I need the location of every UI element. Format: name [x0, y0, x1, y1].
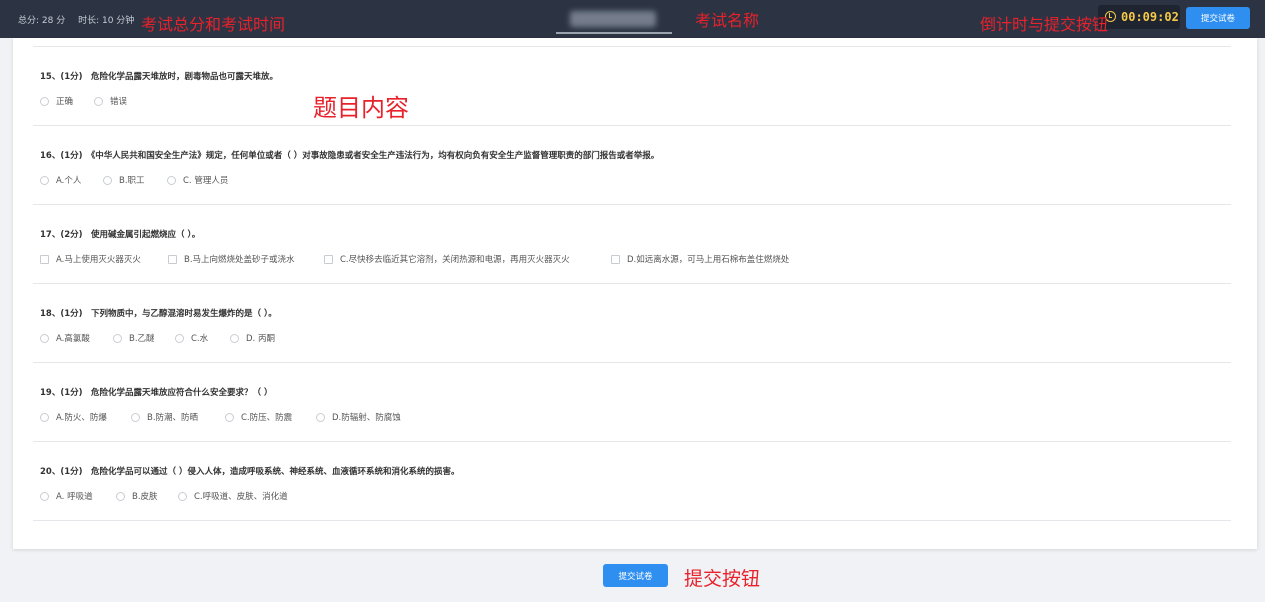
option-label: C.防压、防震	[241, 413, 293, 423]
question-title: 18、(1分) 下列物质中，与乙醇混溶时易发生爆炸的是（ ）。	[40, 309, 277, 319]
question-separator	[33, 204, 1231, 205]
countdown-value: 00:09:02	[1121, 10, 1179, 24]
annotation-exam-name: 考试名称	[695, 11, 760, 30]
question-options: A.高氯酸 B.乙醚 C.水 D. 丙酮	[40, 332, 1140, 346]
radio-icon[interactable]	[131, 413, 140, 422]
exam-meta: 总分: 28 分 时长: 10 分钟	[18, 13, 144, 26]
option-label: A.高氯酸	[56, 334, 90, 344]
radio-icon[interactable]	[103, 176, 112, 185]
question-title: 15、(1分) 危险化学品露天堆放时，剧毒物品也可露天堆放。	[40, 72, 279, 82]
exam-duration: 时长: 10 分钟	[78, 16, 135, 26]
question-separator	[33, 125, 1231, 126]
radio-icon[interactable]	[40, 176, 49, 185]
total-score: 总分: 28 分	[18, 16, 66, 26]
option-label: C.呼吸道、皮肤、消化道	[194, 492, 288, 502]
question-separator	[33, 283, 1231, 284]
question-separator	[33, 441, 1231, 442]
annotation-submit-button: 提交按钮	[684, 568, 761, 590]
radio-icon[interactable]	[40, 97, 49, 106]
option-label: A.防火、防爆	[56, 413, 107, 423]
question-options: 正确 错误	[40, 95, 1140, 109]
option-label: D. 丙酮	[246, 334, 275, 344]
option-label: A. 呼吸道	[56, 492, 93, 502]
question-title: 19、(1分) 危险化学品露天堆放应符合什么安全要求？（ ）	[40, 388, 273, 398]
question-options: A.马上使用灭火器灭火 B.马上向燃烧处盖砂子或浇水 C.尽快移去临近其它溶剂，关闭…	[40, 253, 1140, 267]
countdown-timer: 00:09:02	[1098, 5, 1180, 29]
radio-icon[interactable]	[178, 492, 187, 501]
option-label: C.水	[191, 334, 209, 344]
radio-icon[interactable]	[113, 334, 122, 343]
option-label: 错误	[110, 97, 128, 107]
option-label: D.如远离水源，可马上用石棉布盖住燃烧处	[627, 255, 790, 265]
radio-icon[interactable]	[94, 97, 103, 106]
question-title: 16、(1分) 《中华人民共和国安全生产法》规定，任何单位或者（ ）对事故隐患或…	[40, 151, 660, 161]
radio-icon[interactable]	[175, 334, 184, 343]
question-separator	[33, 520, 1231, 521]
exam-name	[556, 8, 672, 34]
annotation-score-time: 考试总分和考试时间	[141, 15, 286, 34]
question-separator	[33, 362, 1231, 363]
checkbox-icon[interactable]	[40, 255, 49, 264]
option-label: B.皮肤	[132, 492, 158, 502]
radio-icon[interactable]	[40, 334, 49, 343]
radio-icon[interactable]	[225, 413, 234, 422]
question-options: A.防火、防爆 B.防潮、防晒 C.防压、防震 D.防辐射、防腐蚀	[40, 411, 1140, 425]
option-label: B.职工	[119, 176, 145, 186]
question-card: 15、(1分) 危险化学品露天堆放时，剧毒物品也可露天堆放。正确 错误 16、(1分…	[13, 38, 1257, 549]
radio-icon[interactable]	[167, 176, 176, 185]
question-title: 17、(2分) 使用碱金属引起燃烧应（ ）。	[40, 230, 201, 240]
checkbox-icon[interactable]	[168, 255, 177, 264]
radio-icon[interactable]	[40, 413, 49, 422]
question-options: A.个人 B.职工 C. 管理人员	[40, 174, 1140, 188]
annotation-question-content: 题目内容	[313, 94, 409, 122]
question-options: A. 呼吸道 B.皮肤 C.呼吸道、皮肤、消化道	[40, 490, 1140, 504]
option-label: C. 管理人员	[183, 176, 229, 186]
option-label: B.马上向燃烧处盖砂子或浇水	[184, 255, 295, 265]
radio-icon[interactable]	[40, 492, 49, 501]
option-label: 正确	[56, 97, 74, 107]
submit-exam-button-bottom[interactable]: 提交试卷	[603, 564, 668, 587]
exam-name-blurred	[570, 11, 656, 27]
submit-exam-button-top[interactable]: 提交试卷	[1186, 7, 1250, 29]
radio-icon[interactable]	[230, 334, 239, 343]
radio-icon[interactable]	[116, 492, 125, 501]
option-label: B.防潮、防晒	[147, 413, 199, 423]
option-label: A.个人	[56, 176, 82, 186]
radio-icon[interactable]	[316, 413, 325, 422]
annotation-timer-submit: 倒计时与提交按钮	[980, 15, 1109, 34]
question-title: 20、(1分) 危险化学品可以通过（ ）侵入人体，造成呼吸系统、神经系统、血液循…	[40, 467, 460, 477]
option-label: B.乙醚	[129, 334, 155, 344]
question-separator	[33, 46, 1231, 47]
checkbox-icon[interactable]	[324, 255, 333, 264]
option-label: C.尽快移去临近其它溶剂，关闭热源和电源，再用灭火器灭火	[340, 255, 570, 265]
checkbox-icon[interactable]	[611, 255, 620, 264]
option-label: D.防辐射、防腐蚀	[332, 413, 401, 423]
option-label: A.马上使用灭火器灭火	[56, 255, 141, 265]
